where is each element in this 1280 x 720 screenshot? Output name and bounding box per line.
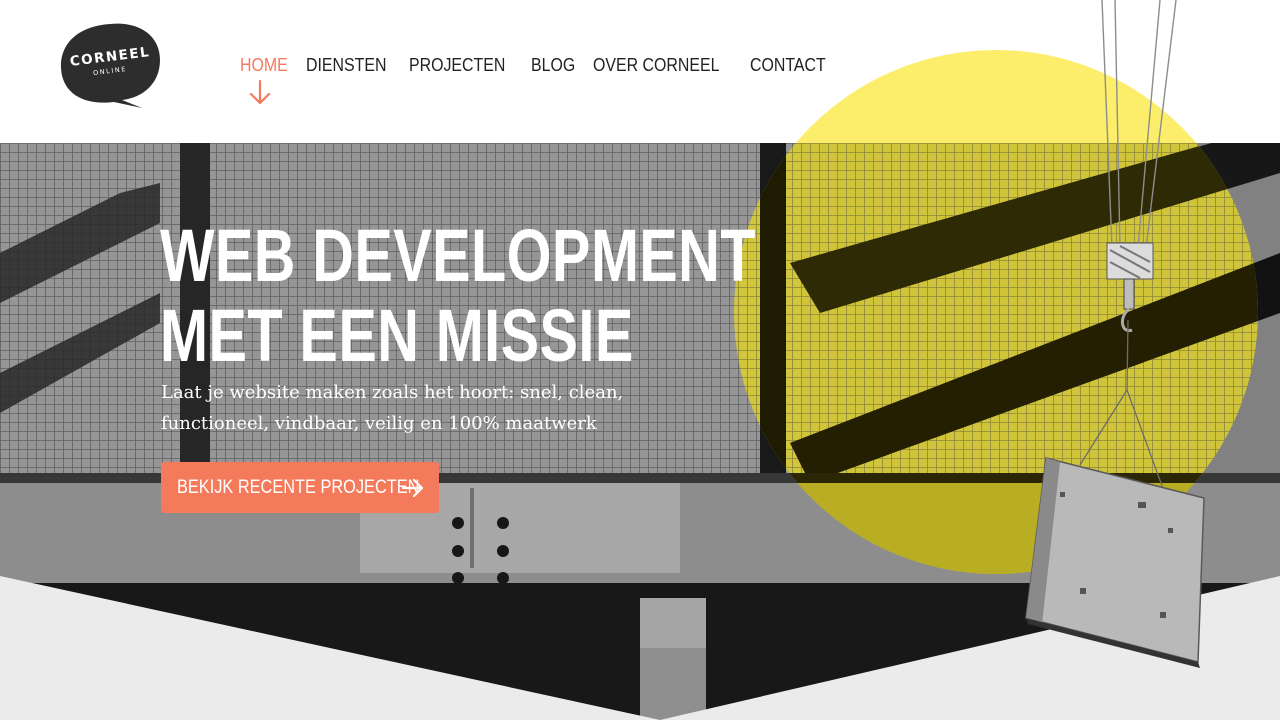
- nav-item-blog[interactable]: BLOG: [531, 54, 575, 76]
- nav-item-home[interactable]: HOME: [240, 54, 288, 76]
- hero-headline-line1: WEB DEVELOPMENT: [160, 214, 756, 297]
- view-projects-button[interactable]: BEKIJK RECENTE PROJECTEN: [161, 462, 439, 513]
- arrow-down-icon: [249, 80, 271, 105]
- nav-item-projecten[interactable]: PROJECTEN: [409, 54, 505, 76]
- nav-item-over-corneel[interactable]: OVER CORNEEL: [593, 54, 719, 76]
- view-projects-button-label: BEKIJK RECENTE PROJECTEN: [177, 476, 420, 498]
- hero-headline: WEB DEVELOPMENT MET EEN MISSIE: [160, 216, 756, 376]
- brand-logo[interactable]: CORNEEL ONLINE: [60, 22, 162, 110]
- arrow-right-icon: [401, 478, 424, 498]
- nav-item-diensten[interactable]: DIENSTEN: [306, 54, 386, 76]
- hero-subtitle: Laat je website maken zoals het hoort: s…: [161, 382, 624, 434]
- nav-item-contact[interactable]: CONTACT: [750, 54, 826, 76]
- site-header: CORNEEL ONLINE HOME DIENSTEN PROJECTEN B…: [0, 0, 1280, 143]
- main-navigation: HOME DIENSTEN PROJECTEN BLOG OVER CORNEE…: [240, 54, 828, 76]
- hero-headline-line2: MET EEN MISSIE: [160, 294, 634, 377]
